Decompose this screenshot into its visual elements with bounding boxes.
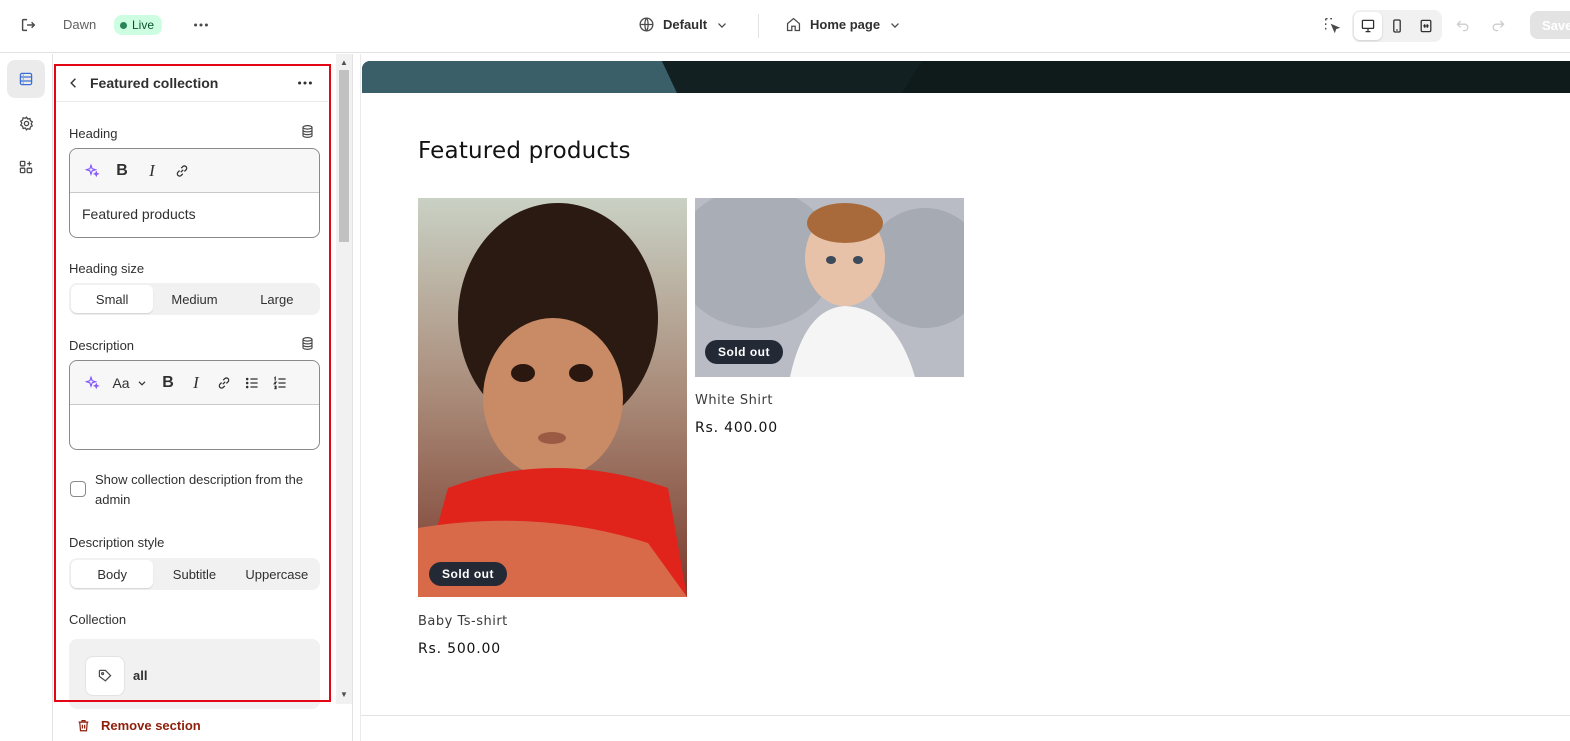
preview-section-title[interactable]: Featured products — [418, 138, 631, 164]
undo-icon[interactable] — [1449, 11, 1477, 39]
theme-name: Dawn — [63, 17, 97, 32]
heading-size-medium[interactable]: Medium — [153, 285, 235, 313]
numbered-list-icon[interactable] — [270, 373, 290, 393]
dynamic-source-icon[interactable] — [300, 336, 315, 356]
heading-size-large[interactable]: Large — [236, 285, 318, 313]
panel-header: Featured collection — [56, 64, 328, 102]
home-icon — [786, 17, 801, 32]
bold-icon[interactable]: B — [112, 161, 132, 181]
description-label: Description — [69, 338, 135, 353]
heading-toolbar: B I — [70, 149, 319, 193]
ai-sparkle-icon[interactable] — [82, 161, 102, 181]
description-style-label: Description style — [69, 535, 165, 550]
desktop-view-icon[interactable] — [1354, 12, 1382, 40]
text-style-dropdown[interactable]: Aa — [110, 373, 150, 393]
collection-tag-icon — [85, 656, 125, 696]
dynamic-source-icon[interactable] — [300, 124, 315, 144]
scroll-down-arrow-icon[interactable]: ▼ — [340, 690, 348, 699]
hero-banner-strip — [362, 61, 1570, 93]
heading-rich-text-editor: B I Featured products — [69, 148, 320, 238]
product-name[interactable]: Baby Ts-shirt — [418, 614, 508, 629]
description-style-subtitle[interactable]: Subtitle — [153, 560, 235, 588]
panel-title: Featured collection — [90, 74, 219, 91]
page-selector[interactable]: Home page — [785, 16, 902, 33]
description-style-segmented-control: Body Subtitle Uppercase — [69, 558, 320, 590]
live-dot-icon — [120, 21, 127, 29]
back-chevron-icon[interactable] — [62, 71, 86, 95]
theme-settings-nav-icon[interactable] — [7, 104, 45, 142]
show-description-label: Show collection description from the adm… — [95, 472, 304, 507]
description-toolbar: Aa B I — [70, 361, 319, 405]
scroll-up-arrow-icon[interactable]: ▲ — [340, 58, 348, 67]
trash-icon — [78, 720, 89, 732]
sections-nav-icon[interactable] — [7, 60, 45, 98]
globe-icon — [639, 17, 654, 32]
panel-scrollbar-thumb[interactable] — [339, 70, 349, 242]
viewport-switcher — [1352, 10, 1442, 42]
collection-name: all — [133, 668, 148, 683]
exit-icon[interactable] — [14, 11, 42, 39]
italic-icon[interactable]: I — [142, 161, 162, 181]
inspector-icon[interactable] — [1318, 11, 1346, 39]
topbar-divider — [758, 14, 759, 38]
chevron-down-icon — [138, 380, 145, 386]
sold-out-badge: Sold out — [429, 562, 507, 586]
live-badge: Live — [114, 15, 163, 35]
heading-size-small[interactable]: Small — [71, 285, 154, 313]
show-description-checkbox[interactable] — [70, 481, 86, 497]
template-selector[interactable]: Default — [638, 16, 729, 33]
heading-input[interactable]: Featured products — [70, 193, 319, 237]
link-icon[interactable] — [172, 161, 192, 181]
product-name[interactable]: White Shirt — [695, 393, 773, 408]
description-rich-text-editor: Aa B I — [69, 360, 320, 450]
ai-sparkle-icon[interactable] — [82, 373, 102, 393]
link-icon[interactable] — [214, 373, 234, 393]
editor-sidebar-rail — [0, 54, 53, 741]
bulleted-list-icon[interactable] — [242, 373, 262, 393]
description-style-uppercase[interactable]: Uppercase — [236, 560, 318, 588]
banner-dark-shape — [662, 61, 922, 93]
heading-size-segmented-control: Small Medium Large — [69, 283, 320, 315]
banner-teal-shape — [362, 61, 677, 93]
description-style-body[interactable]: Body — [71, 560, 154, 588]
italic-icon[interactable]: I — [186, 373, 206, 393]
product-price: Rs. 400.00 — [695, 420, 778, 436]
remove-section-button[interactable]: Remove section — [76, 718, 201, 733]
collection-picker-card[interactable]: all — [69, 639, 320, 709]
more-actions-icon[interactable] — [187, 11, 215, 39]
live-badge-label: Live — [132, 18, 155, 32]
mobile-view-icon[interactable] — [1383, 12, 1411, 40]
editor-topbar: Dawn Live Default Home page Save — [0, 0, 1570, 53]
heading-size-label: Heading size — [69, 261, 145, 276]
section-more-icon[interactable] — [292, 70, 318, 96]
description-input[interactable] — [70, 405, 319, 449]
product-price: Rs. 500.00 — [418, 641, 501, 657]
preview-divider — [360, 54, 361, 741]
collection-label: Collection — [69, 612, 127, 627]
redo-icon[interactable] — [1484, 11, 1512, 39]
text-style-label: Aa — [112, 374, 130, 391]
fullscreen-view-icon[interactable] — [1412, 12, 1440, 40]
page-selector-label: Home page — [810, 17, 881, 32]
template-selector-label: Default — [663, 17, 708, 32]
chevron-down-icon — [891, 22, 900, 28]
remove-section-label: Remove section — [101, 718, 201, 733]
save-button[interactable]: Save — [1530, 11, 1570, 39]
sold-out-badge: Sold out — [705, 340, 783, 364]
chevron-down-icon — [718, 22, 727, 28]
bold-icon[interactable]: B — [158, 373, 178, 393]
preview-bottom-rule — [361, 715, 1570, 716]
product-image-white-shirt[interactable]: Sold out — [695, 198, 964, 377]
apps-nav-icon[interactable] — [7, 148, 45, 186]
product-image-baby-tshirt[interactable]: Sold out — [418, 198, 687, 597]
heading-label: Heading — [69, 126, 118, 141]
